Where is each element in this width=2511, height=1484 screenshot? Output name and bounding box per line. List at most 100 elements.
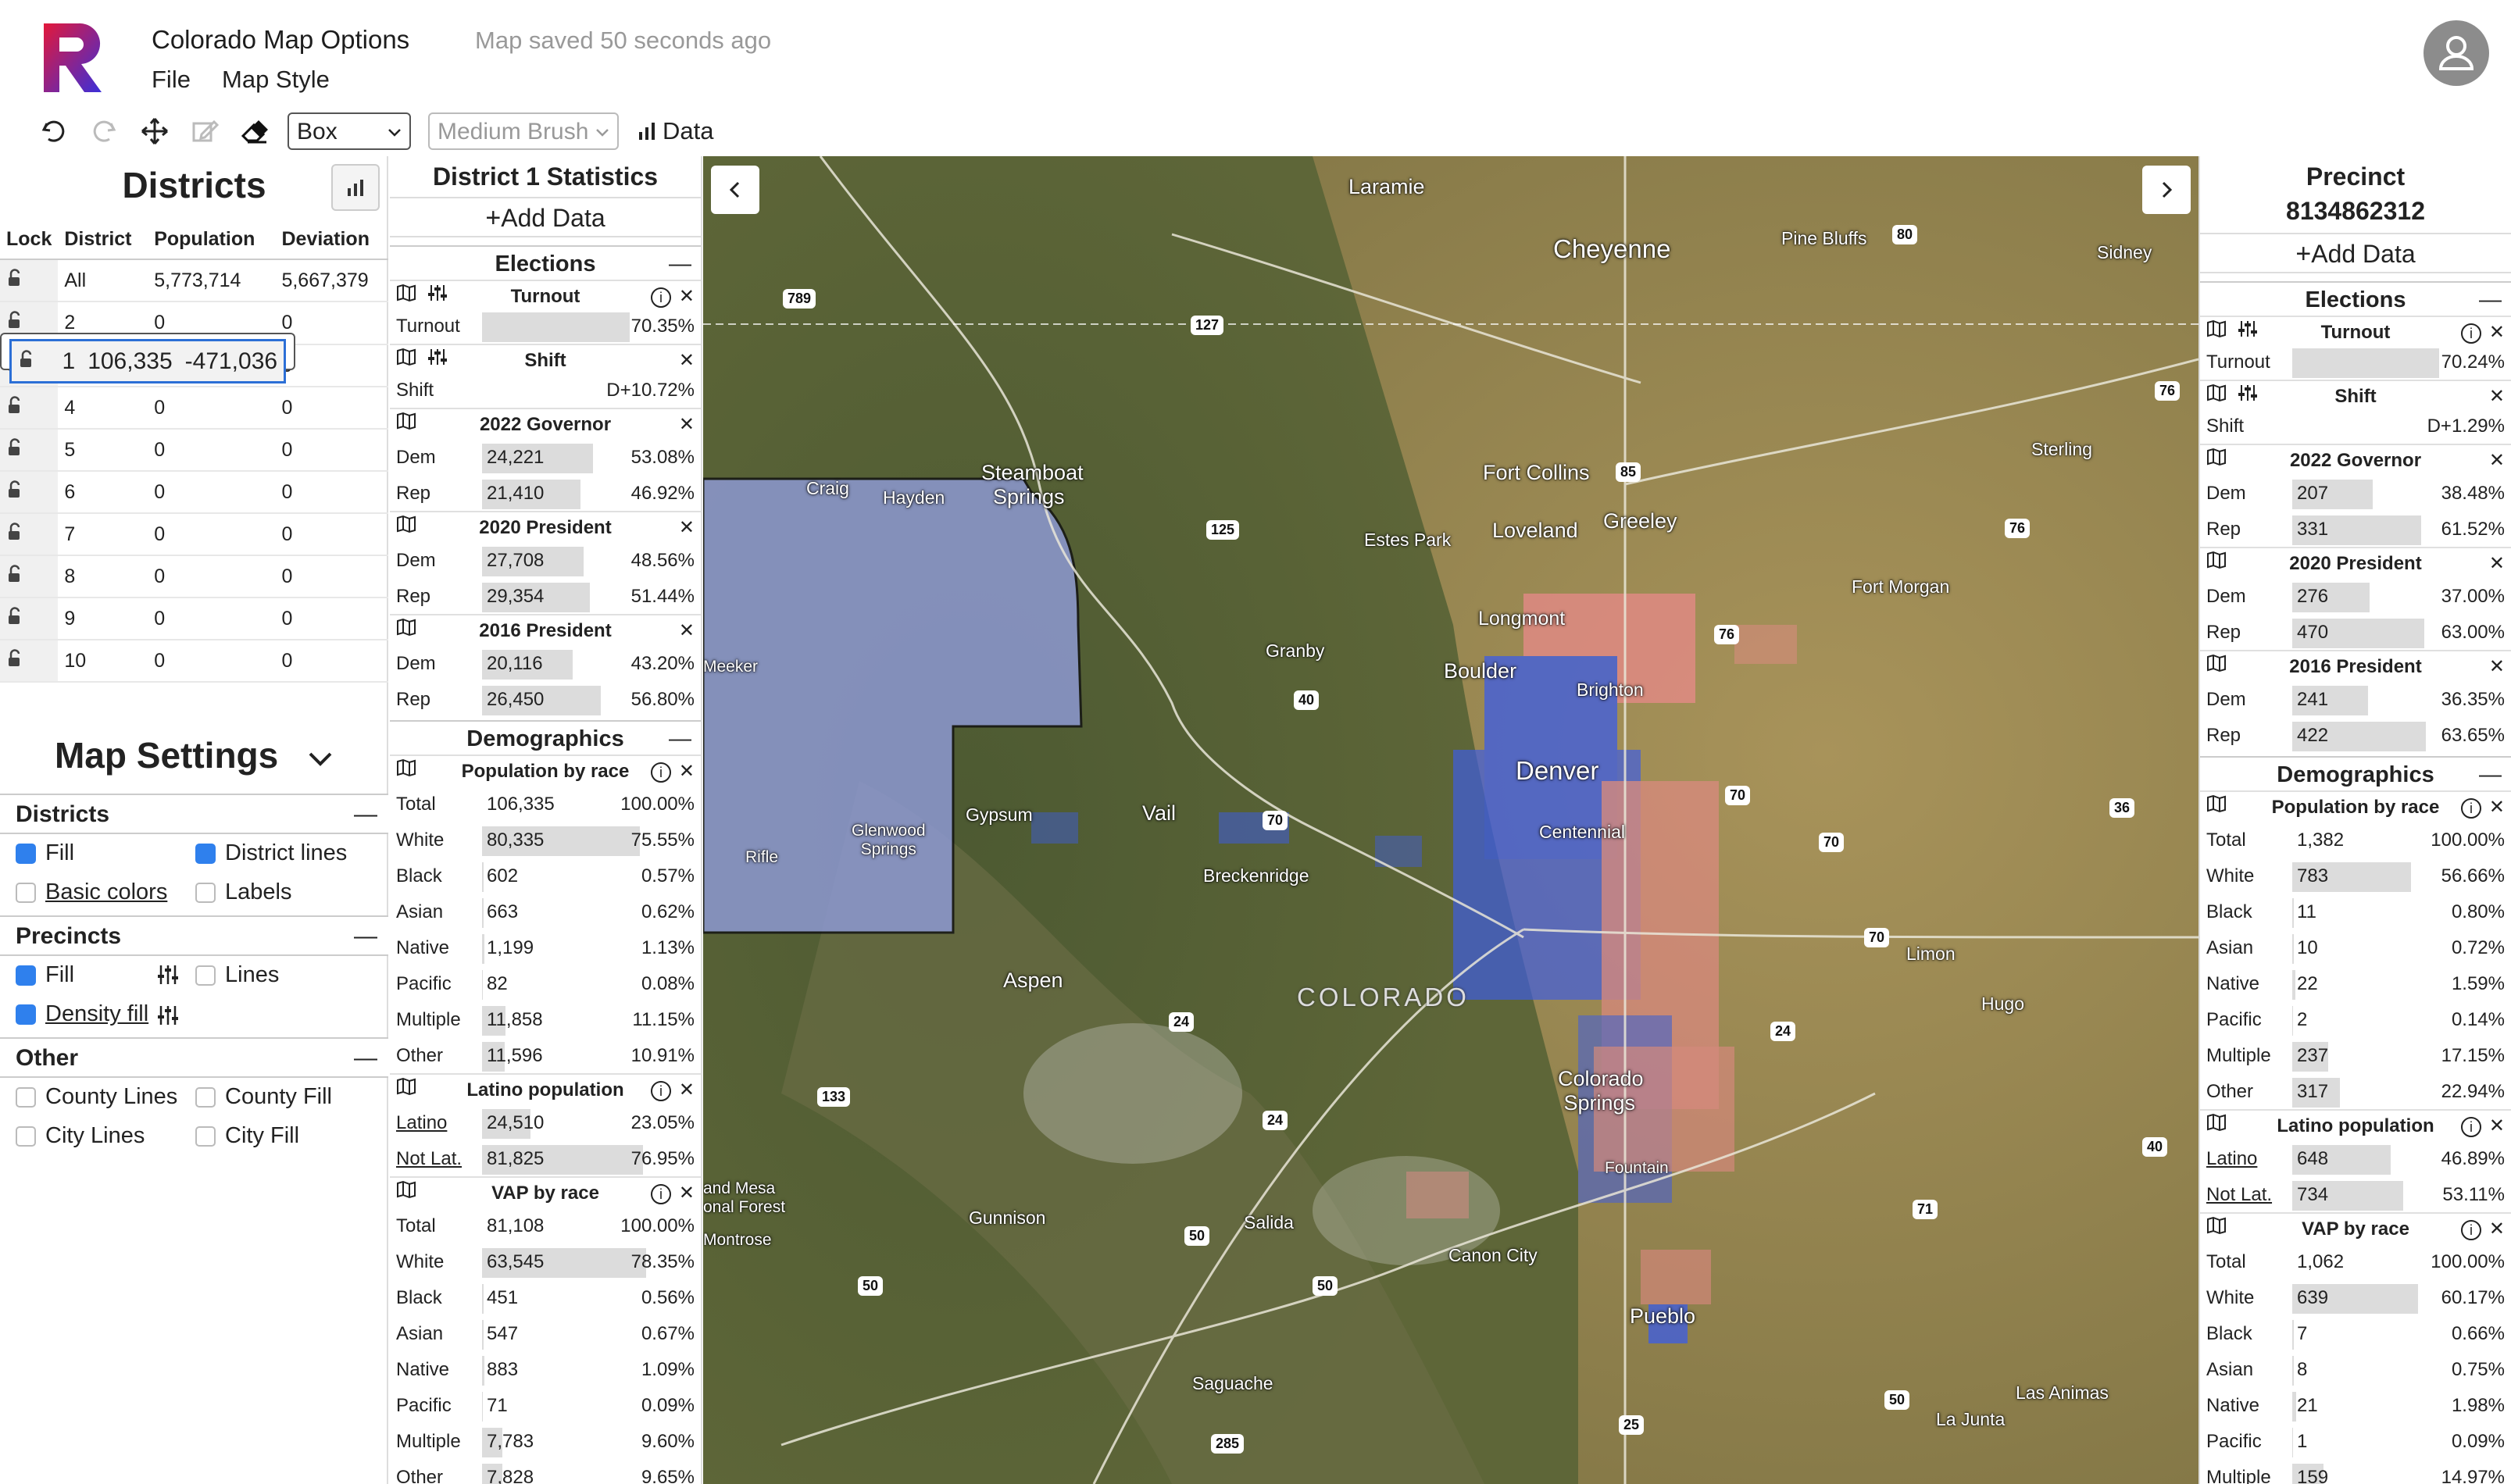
unlock-icon[interactable] [6, 437, 23, 457]
close-icon[interactable]: ✕ [679, 409, 695, 441]
map-icon[interactable] [2206, 383, 2227, 402]
collapse-right-button[interactable] [2142, 166, 2191, 214]
stat-label[interactable]: Latino [396, 1112, 447, 1134]
map-icon[interactable] [2206, 654, 2227, 672]
basic-colors-checkbox[interactable]: Basic colors [16, 879, 167, 905]
map-icon[interactable] [396, 284, 416, 302]
map-icon[interactable] [396, 515, 416, 533]
unlock-icon[interactable] [6, 606, 23, 626]
district-row[interactable]: 600 [0, 471, 388, 514]
collapse-icon[interactable]: — [354, 923, 377, 950]
close-icon[interactable]: ✕ [679, 615, 695, 647]
unlock-icon[interactable] [6, 564, 23, 583]
map-icon[interactable] [396, 1180, 416, 1199]
sliders-icon[interactable] [156, 1004, 180, 1026]
redo-icon[interactable] [88, 114, 122, 148]
stat-label[interactable]: Not Lat. [396, 1148, 462, 1170]
district-row[interactable]: 10 0 0 [0, 640, 388, 683]
map-icon[interactable] [2206, 551, 2227, 569]
lock-cell[interactable] [0, 513, 59, 556]
unlock-icon[interactable] [6, 480, 23, 499]
labels-checkbox[interactable]: Labels [195, 879, 291, 905]
districts-settings-header[interactable]: Districts — [0, 794, 388, 834]
info-icon[interactable]: i [651, 762, 671, 783]
map-icon[interactable] [396, 758, 416, 777]
tool-select[interactable]: Box [288, 112, 411, 150]
sliders-icon[interactable] [156, 964, 180, 986]
district-row[interactable]: 500 [0, 429, 388, 472]
unlock-icon[interactable] [6, 311, 23, 330]
info-icon[interactable]: i [651, 1081, 671, 1101]
checkbox-unchecked[interactable] [195, 965, 216, 986]
add-data-button[interactable]: +Add Data [390, 197, 701, 237]
lock-cell[interactable] [0, 429, 59, 472]
edit-icon[interactable] [188, 114, 222, 148]
collapse-icon[interactable]: — [669, 722, 691, 756]
map-icon[interactable] [2206, 319, 2227, 338]
lock-cell[interactable] [0, 555, 59, 598]
stat-label[interactable]: Not Lat. [2206, 1184, 2272, 1206]
district-fill-checkbox[interactable]: Fill [16, 840, 74, 866]
precincts-settings-header[interactable]: Precincts — [0, 915, 388, 956]
lock-cell[interactable] [0, 640, 59, 683]
collapse-icon[interactable]: — [2479, 758, 2502, 792]
district-row[interactable]: 700 [0, 513, 388, 556]
density-fill-label[interactable]: Density fill [45, 1001, 148, 1027]
county-fill-checkbox[interactable]: County Fill [195, 1084, 332, 1110]
map-icon[interactable] [396, 618, 416, 637]
checkbox-unchecked[interactable] [195, 882, 216, 903]
lock-cell[interactable] [0, 259, 59, 302]
demographics-header[interactable]: Demographics — [390, 720, 701, 754]
unlock-icon[interactable] [6, 522, 23, 541]
unlock-icon[interactable] [6, 395, 23, 415]
satellite-map[interactable] [703, 156, 2198, 1484]
info-icon[interactable]: i [2461, 798, 2481, 819]
lock-cell[interactable] [0, 471, 59, 514]
user-avatar-icon[interactable] [2423, 20, 2489, 86]
map-icon[interactable] [2206, 448, 2227, 466]
info-icon[interactable]: i [651, 1184, 671, 1204]
elections-header[interactable]: Elections — [2200, 281, 2511, 316]
info-icon[interactable]: i [2461, 323, 2481, 344]
undo-icon[interactable] [36, 114, 70, 148]
add-data-button[interactable]: +Add Data [2200, 233, 2511, 273]
basic-colors-label[interactable]: Basic colors [45, 879, 167, 905]
close-icon[interactable]: ✕ [679, 512, 695, 544]
elections-header[interactable]: Elections — [390, 245, 701, 280]
eraser-icon[interactable] [238, 114, 272, 148]
map-icon[interactable] [2206, 794, 2227, 813]
checkbox-unchecked[interactable] [16, 1125, 36, 1147]
map-icon[interactable] [396, 412, 416, 430]
menu-file[interactable]: File [152, 66, 191, 94]
close-icon[interactable]: ✕ [2489, 548, 2505, 580]
map-icon[interactable] [2206, 1216, 2227, 1235]
collapse-left-button[interactable] [711, 166, 759, 214]
map-icon[interactable] [2206, 1113, 2227, 1132]
collapse-icon[interactable]: — [669, 247, 691, 281]
checkbox-checked[interactable] [16, 1004, 36, 1025]
collapse-icon[interactable]: — [2479, 283, 2502, 317]
checkbox-checked[interactable] [16, 965, 36, 986]
map-settings-title[interactable]: Map Settings [0, 734, 388, 776]
checkbox-checked[interactable] [16, 843, 36, 864]
checkbox-unchecked[interactable] [16, 1086, 36, 1108]
close-icon[interactable]: ✕ [2489, 445, 2505, 476]
lock-cell[interactable] [0, 598, 59, 640]
close-icon[interactable]: ✕ [2489, 651, 2505, 683]
county-lines-checkbox[interactable]: County Lines [16, 1084, 177, 1110]
district-row[interactable]: 800 [0, 555, 388, 598]
stat-label[interactable]: Latino [2206, 1148, 2257, 1170]
move-icon[interactable] [138, 114, 172, 148]
map-view[interactable]: Laramie Cheyenne Pine Bluffs Sidney Ster… [703, 156, 2198, 1484]
collapse-icon[interactable]: — [354, 801, 377, 828]
sliders-icon[interactable] [427, 284, 448, 302]
other-settings-header[interactable]: Other — [0, 1037, 388, 1078]
close-icon[interactable]: ✕ [679, 1178, 695, 1209]
district-row[interactable]: 1 106,335 -471,036 [0, 333, 296, 383]
city-fill-checkbox[interactable]: City Fill [195, 1123, 299, 1149]
close-icon[interactable]: ✕ [2489, 1111, 2505, 1142]
close-icon[interactable]: ✕ [2489, 1214, 2505, 1245]
info-icon[interactable]: i [2461, 1117, 2481, 1137]
collapse-icon[interactable]: — [354, 1045, 377, 1072]
checkbox-unchecked[interactable] [195, 1125, 216, 1147]
